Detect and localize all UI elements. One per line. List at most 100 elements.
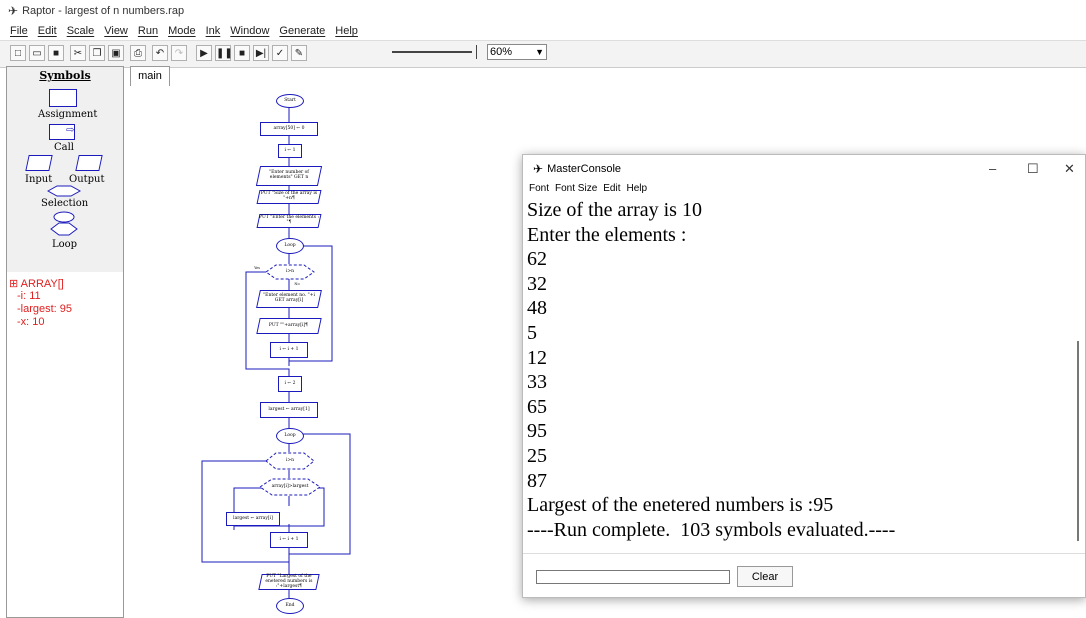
input-n[interactable]: "Enter number of elements" GET n	[255, 166, 323, 186]
console-input[interactable]	[536, 570, 730, 584]
menu-help[interactable]: Help	[335, 25, 358, 37]
chevron-down-icon: ▼	[535, 47, 544, 57]
console-menu-edit[interactable]: Edit	[603, 183, 620, 197]
menu-view[interactable]: View	[104, 25, 128, 37]
console-line: Largest of the enetered numbers is :95	[527, 494, 834, 517]
assignment-i-2[interactable]: i ← 2	[278, 376, 302, 392]
cut-icon[interactable]: ✂	[70, 45, 86, 61]
step-icon[interactable]: ▶|	[253, 45, 269, 61]
new-icon[interactable]: □	[10, 45, 26, 61]
console-line: 25	[527, 444, 547, 467]
menu-mode[interactable]: Mode	[168, 25, 196, 37]
console-menu-font[interactable]: Font	[529, 183, 549, 197]
assignment-increment-1[interactable]: i ← i + 1	[270, 342, 308, 358]
input-n-text: "Enter number of elements" GET n	[269, 170, 309, 180]
paste-icon[interactable]: ▣	[108, 45, 124, 61]
pause-icon[interactable]: ❚❚	[215, 45, 233, 61]
variable-i: -i: 11	[17, 290, 41, 302]
start-node[interactable]: Start	[276, 94, 304, 108]
console-line: 32	[527, 272, 547, 295]
input-symbol[interactable]	[25, 155, 53, 171]
input-element-text: "Enter element no. "+i GET array[i]	[263, 293, 315, 303]
console-line: 95	[527, 420, 547, 443]
console-line: 87	[527, 469, 547, 492]
zoom-value: 60%	[490, 46, 513, 58]
assignment-largest-init[interactable]: largest ← array[1]	[260, 402, 318, 418]
console-titlebar: ✈ MasterConsole – ☐ ✕	[523, 155, 1085, 183]
console-line: ----Run complete. 103 symbols evaluated.…	[527, 518, 896, 541]
console-menu-bar: Font Font Size Edit Help	[523, 183, 647, 197]
console-menu-font-size[interactable]: Font Size	[555, 183, 597, 197]
clear-button[interactable]: Clear	[737, 566, 793, 587]
menu-run[interactable]: Run	[138, 25, 158, 37]
condition-2-text: i>n	[285, 457, 295, 463]
output-largest[interactable]: PUT "Largest of the enetered numbers is …	[258, 573, 320, 590]
zoom-select[interactable]: 60% ▼	[487, 44, 547, 60]
console-scrollbar[interactable]	[1077, 341, 1079, 541]
console-line: 65	[527, 395, 547, 418]
variables-panel: ⊞ ARRAY[] -i: 11 -largest: 95 -x: 10	[7, 272, 123, 617]
maximize-icon[interactable]: ☐	[1027, 161, 1039, 177]
menu-ink[interactable]: Ink	[206, 25, 221, 37]
output-enter-elements-text: PUT "Enter the elements : "¶	[259, 215, 319, 225]
assignment-i-1[interactable]: i ← 1	[278, 144, 302, 158]
raptor-icon: ✈	[8, 4, 19, 18]
output-size[interactable]: PUT "Size of the array is "+n¶	[256, 190, 322, 204]
output-size-text: PUT "Size of the array is "+n¶	[260, 191, 318, 201]
minimize-icon[interactable]: –	[989, 161, 996, 176]
undo-icon[interactable]: ↶	[152, 45, 168, 61]
menu-bar: File Edit Scale View Run Mode Ink Window…	[0, 22, 1086, 40]
condition-1-no: No	[294, 282, 300, 287]
redo-icon[interactable]: ↷	[171, 45, 187, 61]
loop-2[interactable]: Loop	[276, 428, 304, 444]
open-icon[interactable]: ▭	[29, 45, 45, 61]
console-line: 33	[527, 371, 547, 394]
output-element-text: PUT ""+array[i]¶	[269, 322, 309, 328]
console-line: 12	[527, 346, 547, 369]
assignment-symbol[interactable]	[49, 89, 77, 107]
input-element[interactable]: "Enter element no. "+i GET array[i]	[256, 290, 322, 308]
console-line: Size of the array is 10	[527, 199, 702, 221]
assignment-array-init[interactable]: array[50] ← 0	[260, 122, 318, 136]
pen-icon[interactable]: ✎	[291, 45, 307, 61]
menu-generate[interactable]: Generate	[279, 25, 325, 37]
menu-window[interactable]: Window	[230, 25, 269, 37]
master-console-window: ✈ MasterConsole – ☐ ✕ Font Font Size Edi…	[522, 154, 1086, 598]
condition-1-yes: Yes	[254, 266, 260, 271]
close-icon[interactable]: ✕	[1064, 161, 1075, 177]
variable-array[interactable]: ⊞ ARRAY[]	[9, 277, 64, 290]
tab-main[interactable]: main	[130, 66, 170, 86]
loop-label: Loop	[52, 239, 78, 250]
stop-icon[interactable]: ■	[234, 45, 250, 61]
selection-symbol[interactable]	[47, 185, 81, 197]
play-icon[interactable]: ▶	[196, 45, 212, 61]
print-icon[interactable]: ⎙	[130, 45, 146, 61]
assignment-increment-2[interactable]: i ← i + 1	[270, 532, 308, 548]
console-divider	[523, 553, 1085, 554]
selection-label: Selection	[41, 198, 89, 209]
symbols-heading: Symbols	[39, 69, 91, 82]
end-node[interactable]: End	[276, 598, 304, 614]
assignment-label: Assignment	[38, 109, 98, 120]
copy-icon[interactable]: ❐	[89, 45, 105, 61]
console-menu-help[interactable]: Help	[627, 183, 648, 197]
loop-1[interactable]: Loop	[276, 238, 304, 254]
app-titlebar: ✈ Raptor - largest of n numbers.rap	[0, 0, 1086, 22]
output-enter-elements[interactable]: PUT "Enter the elements : "¶	[256, 214, 322, 228]
condition-1-text: i>n	[285, 268, 295, 274]
slider-thumb[interactable]	[470, 45, 477, 59]
output-element[interactable]: PUT ""+array[i]¶	[256, 318, 322, 334]
loop-symbol[interactable]	[49, 211, 79, 237]
output-largest-text: PUT "Largest of the enetered numbers is …	[265, 573, 313, 589]
save-icon[interactable]: ■	[48, 45, 64, 61]
console-output: Size of the array is 10 Enter the elemen…	[527, 198, 1077, 551]
variable-largest: -largest: 95	[17, 303, 73, 315]
menu-file[interactable]: File	[10, 25, 28, 37]
test-icon[interactable]: ✓	[272, 45, 288, 61]
zoom-slider[interactable]	[386, 45, 484, 59]
menu-scale[interactable]: Scale	[67, 25, 95, 37]
menu-edit[interactable]: Edit	[38, 25, 57, 37]
app-title: Raptor - largest of n numbers.rap	[22, 5, 185, 17]
assignment-largest-update[interactable]: largest ← array[i]	[226, 512, 280, 526]
output-symbol[interactable]	[75, 155, 103, 171]
